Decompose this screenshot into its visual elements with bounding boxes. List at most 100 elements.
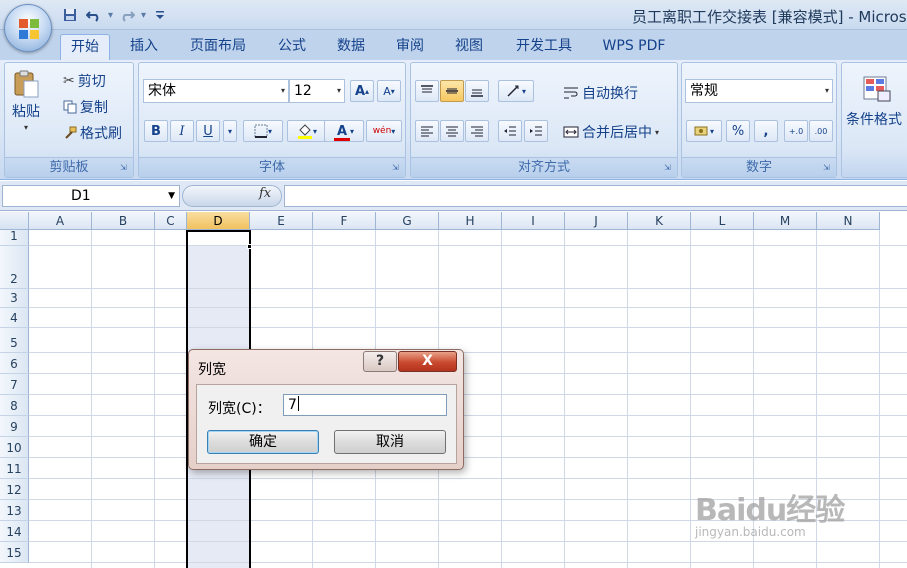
orientation-button[interactable]: ▾ xyxy=(498,80,534,102)
name-box[interactable]: D1 ▼ xyxy=(2,185,180,207)
font-name-select[interactable]: 宋体 ▾ xyxy=(143,79,289,103)
currency-icon xyxy=(694,126,708,136)
underline-dropdown-icon[interactable]: ▾ xyxy=(223,120,237,142)
column-header-e[interactable]: E xyxy=(250,212,313,230)
redo-icon[interactable] xyxy=(117,5,137,25)
help-icon[interactable]: ? xyxy=(363,351,397,372)
column-header-g[interactable]: G xyxy=(376,212,439,230)
column-header-a[interactable]: A xyxy=(29,212,92,230)
column-header-j[interactable]: J xyxy=(565,212,628,230)
conditional-format-button[interactable]: 条件格式 xyxy=(846,73,902,129)
tab-data[interactable]: 数据 xyxy=(327,34,375,60)
fill-handle[interactable] xyxy=(247,244,252,249)
select-all-corner[interactable] xyxy=(0,212,29,230)
row-header-9[interactable]: 9 xyxy=(0,416,29,437)
row-header-5[interactable]: 5 xyxy=(0,328,29,353)
font-group: 宋体 ▾ 12 ▾ A ▴ A ▾ B I U ▾ ▾ ▾ A ▾ wén ▾ … xyxy=(138,62,406,178)
shrink-font-button[interactable]: A ▾ xyxy=(377,80,401,102)
undo-icon[interactable] xyxy=(84,5,104,25)
row-header-6[interactable]: 6 xyxy=(0,353,29,374)
alignment-launcher-icon[interactable]: ⇲ xyxy=(664,163,674,173)
row-header-4[interactable]: 4 xyxy=(0,308,29,328)
column-header-f[interactable]: F xyxy=(313,212,376,230)
increase-indent-button[interactable] xyxy=(524,120,548,142)
column-header-b[interactable]: B xyxy=(92,212,155,230)
column-header-l[interactable]: L xyxy=(691,212,754,230)
row-header-11[interactable]: 11 xyxy=(0,458,29,479)
format-painter-button[interactable]: 格式刷 xyxy=(63,123,122,143)
customize-icon[interactable] xyxy=(150,5,170,25)
borders-button[interactable]: ▾ xyxy=(243,120,283,142)
percent-button[interactable]: % xyxy=(726,120,750,142)
row-header-3[interactable]: 3 xyxy=(0,289,29,308)
number-format-select[interactable]: 常规 ▾ xyxy=(685,79,833,103)
decrease-decimal-button[interactable]: .00 xyxy=(809,120,833,142)
gridline-horizontal xyxy=(29,478,907,479)
paste-button[interactable]: 粘贴 ▾ xyxy=(11,69,41,132)
column-header-i[interactable]: I xyxy=(502,212,565,230)
formula-input[interactable] xyxy=(284,185,907,207)
decrease-indent-button[interactable] xyxy=(498,120,522,142)
grow-font-button[interactable]: A ▴ xyxy=(350,80,374,102)
clipboard-launcher-icon[interactable]: ⇲ xyxy=(120,163,130,173)
phonetic-button[interactable]: wén ▾ xyxy=(366,120,402,142)
row-header-2[interactable]: 2 xyxy=(0,246,29,289)
tab-view[interactable]: 视图 xyxy=(445,34,493,60)
row-header-8[interactable]: 8 xyxy=(0,395,29,416)
align-bottom-button[interactable] xyxy=(465,80,489,102)
close-icon[interactable]: X xyxy=(398,351,457,372)
fill-color-button[interactable]: ▾ xyxy=(287,120,327,142)
increase-decimal-button[interactable]: +.0 xyxy=(784,120,808,142)
align-top-button[interactable] xyxy=(415,80,439,102)
ok-button[interactable]: 确定 xyxy=(207,430,319,454)
row-header-13[interactable]: 13 xyxy=(0,500,29,521)
tab-formulas[interactable]: 公式 xyxy=(268,34,316,60)
align-middle-button[interactable] xyxy=(440,80,464,102)
bold-button[interactable]: B xyxy=(144,120,168,142)
column-header-n[interactable]: N xyxy=(817,212,880,230)
redo-dropdown-icon[interactable]: ▾ xyxy=(141,10,146,21)
undo-dropdown-icon[interactable]: ▾ xyxy=(108,10,113,21)
column-header-d[interactable]: D xyxy=(187,212,250,230)
conditional-format-label: 条件格式 xyxy=(846,112,902,128)
number-launcher-icon[interactable]: ⇲ xyxy=(823,163,833,173)
tab-developer[interactable]: 开发工具 xyxy=(505,34,583,60)
column-width-input[interactable]: 7 xyxy=(283,394,447,416)
row-header-12[interactable]: 12 xyxy=(0,479,29,500)
office-button[interactable] xyxy=(4,4,52,52)
cut-button[interactable]: ✂ 剪切 xyxy=(63,71,106,91)
chevron-down-icon: ▾ xyxy=(391,126,396,136)
row-header-1[interactable]: 1 xyxy=(0,229,29,246)
save-icon[interactable] xyxy=(60,5,80,25)
underline-button[interactable]: U xyxy=(196,120,220,142)
align-middle-icon xyxy=(446,88,458,94)
tab-review[interactable]: 审阅 xyxy=(386,34,434,60)
tab-insert[interactable]: 插入 xyxy=(120,34,168,60)
tab-page-layout[interactable]: 页面布局 xyxy=(180,34,256,60)
row-header-15[interactable]: 15 xyxy=(0,542,29,563)
italic-button[interactable]: I xyxy=(170,120,194,142)
tab-wps-pdf[interactable]: WPS PDF xyxy=(594,34,674,60)
cancel-button[interactable]: 取消 xyxy=(334,430,446,454)
align-center-button[interactable] xyxy=(440,120,464,142)
align-right-button[interactable] xyxy=(465,120,489,142)
font-color-button[interactable]: A ▾ xyxy=(324,120,364,142)
font-size-select[interactable]: 12 ▾ xyxy=(289,79,345,103)
insert-function-icon[interactable]: fx xyxy=(259,186,271,201)
column-header-c[interactable]: C xyxy=(155,212,187,230)
currency-button[interactable]: ▾ xyxy=(686,120,722,142)
comma-button[interactable]: , xyxy=(754,120,778,142)
row-number: 4 xyxy=(10,311,18,325)
tab-home[interactable]: 开始 xyxy=(60,34,110,60)
row-header-10[interactable]: 10 xyxy=(0,437,29,458)
merge-center-button[interactable]: 合并后居中 ▾ xyxy=(563,122,659,142)
column-header-m[interactable]: M xyxy=(754,212,817,230)
row-header-7[interactable]: 7 xyxy=(0,374,29,395)
font-launcher-icon[interactable]: ⇲ xyxy=(392,163,402,173)
column-header-k[interactable]: K xyxy=(628,212,691,230)
row-header-14[interactable]: 14 xyxy=(0,521,29,542)
column-header-h[interactable]: H xyxy=(439,212,502,230)
copy-button[interactable]: 复制 xyxy=(63,97,108,117)
align-left-button[interactable] xyxy=(415,120,439,142)
wrap-text-button[interactable]: 自动换行 xyxy=(563,83,638,103)
